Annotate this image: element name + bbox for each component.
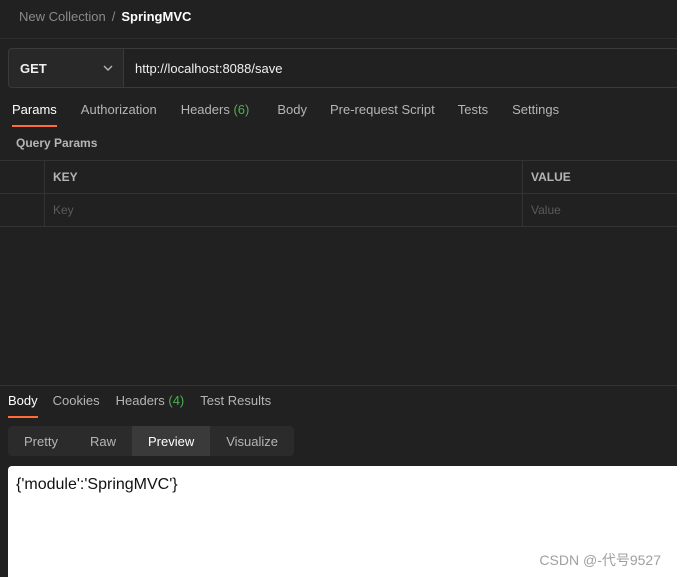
view-visualize-button[interactable]: Visualize (210, 426, 294, 456)
request-bar: GET http://localhost:8088/save (8, 48, 677, 88)
method-select[interactable]: GET (9, 49, 124, 87)
view-label: Visualize (226, 433, 279, 449)
tab-headers[interactable]: Headers (6) (181, 102, 250, 124)
response-divider[interactable] (0, 385, 677, 386)
tab-label: Params (12, 102, 57, 117)
tab-label: Tests (457, 102, 489, 117)
header-divider (0, 38, 677, 39)
method-label: GET (20, 60, 47, 76)
value-column-header: VALUE (531, 170, 571, 184)
tab-response-headers[interactable]: Headers (4) (116, 393, 185, 415)
tab-settings[interactable]: Settings (512, 102, 559, 124)
request-tabs: Params Authorization Headers (6) Body Pr… (0, 102, 559, 127)
url-input[interactable]: http://localhost:8088/save (124, 49, 677, 87)
response-headers-count-badge: (4) (168, 393, 185, 408)
tab-pre-request-script[interactable]: Pre-request Script (330, 102, 435, 124)
response-tabs: Body Cookies Headers (4) Test Results (0, 393, 271, 418)
table-row: Key Value (0, 194, 677, 227)
tab-label: Headers (115, 393, 165, 408)
watermark: CSDN @-代号9527 (539, 552, 661, 568)
key-input[interactable]: Key (45, 194, 523, 226)
tab-label: Settings (512, 102, 560, 117)
tab-label: Cookies (52, 393, 100, 408)
tab-tests[interactable]: Tests (458, 102, 488, 124)
breadcrumb-request[interactable]: SpringMVC (121, 9, 191, 24)
tab-label: Body (277, 102, 307, 117)
view-preview-button[interactable]: Preview (131, 426, 211, 456)
breadcrumb-separator: / (111, 8, 116, 24)
tab-body[interactable]: Body (277, 102, 307, 124)
query-params-title: Query Params (16, 136, 98, 150)
tab-label: Headers (180, 102, 230, 117)
value-input[interactable]: Value (523, 194, 677, 226)
breadcrumb-collection[interactable]: New Collection (19, 9, 106, 24)
tab-response-body[interactable]: Body (8, 393, 38, 418)
params-table: KEY VALUE Key Value (0, 160, 677, 227)
view-pretty-button[interactable]: Pretty (8, 426, 74, 456)
view-label: Preview (147, 433, 195, 449)
view-mode-toggle: Pretty Raw Preview Visualize (8, 426, 295, 456)
row-checkbox-cell (0, 194, 45, 226)
table-header-row: KEY VALUE (0, 161, 677, 194)
view-label: Raw (89, 433, 116, 449)
tab-authorization[interactable]: Authorization (81, 102, 157, 124)
tab-label: Authorization (80, 102, 157, 117)
chevron-down-icon (103, 65, 113, 71)
checkbox-column (0, 161, 45, 193)
headers-count-badge: (6) (233, 102, 250, 117)
view-label: Pretty (24, 433, 58, 449)
response-body-text: {'module':'SpringMVC'} (16, 476, 178, 493)
tab-label: Pre-request Script (329, 102, 435, 117)
tab-label: Body (8, 393, 38, 408)
tab-params[interactable]: Params (12, 102, 57, 127)
view-raw-button[interactable]: Raw (74, 426, 132, 456)
tab-cookies[interactable]: Cookies (53, 393, 100, 415)
breadcrumb: New Collection / SpringMVC (19, 7, 191, 25)
key-column-header: KEY (45, 161, 523, 193)
tab-test-results[interactable]: Test Results (200, 393, 271, 415)
tab-label: Test Results (200, 393, 272, 408)
